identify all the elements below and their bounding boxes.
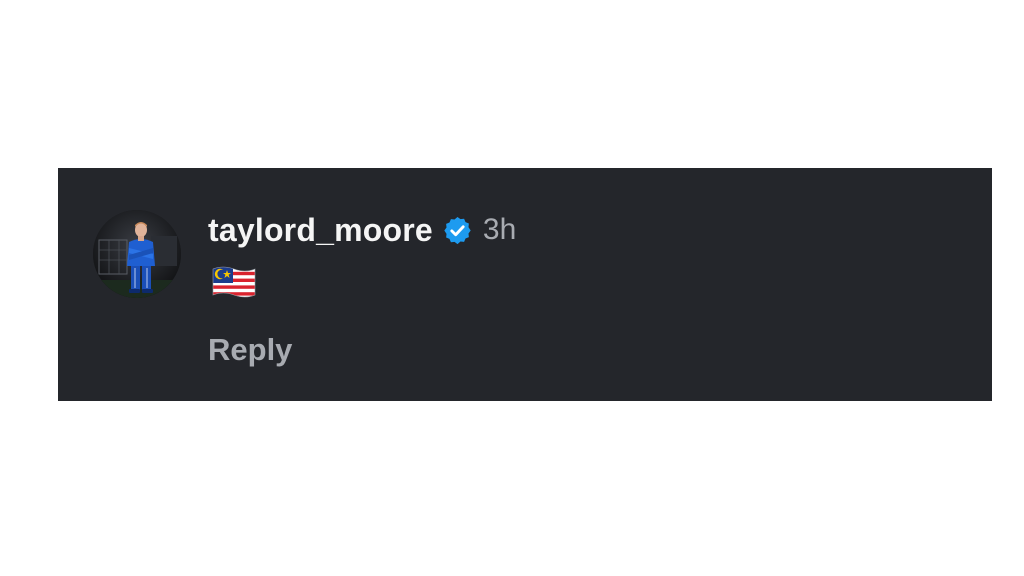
- page: taylord_moore 3h Reply: [0, 0, 1024, 576]
- malaysia-flag-emoji: [211, 265, 257, 299]
- avatar-image: [93, 210, 181, 298]
- comment-header: taylord_moore 3h: [208, 210, 516, 250]
- timestamp: 3h: [482, 213, 517, 246]
- verified-badge-icon: [442, 215, 473, 246]
- reply-button[interactable]: Reply: [208, 332, 292, 368]
- username-link[interactable]: taylord_moore: [208, 212, 433, 249]
- avatar[interactable]: [93, 210, 181, 298]
- comment-card: taylord_moore 3h Reply: [58, 168, 992, 401]
